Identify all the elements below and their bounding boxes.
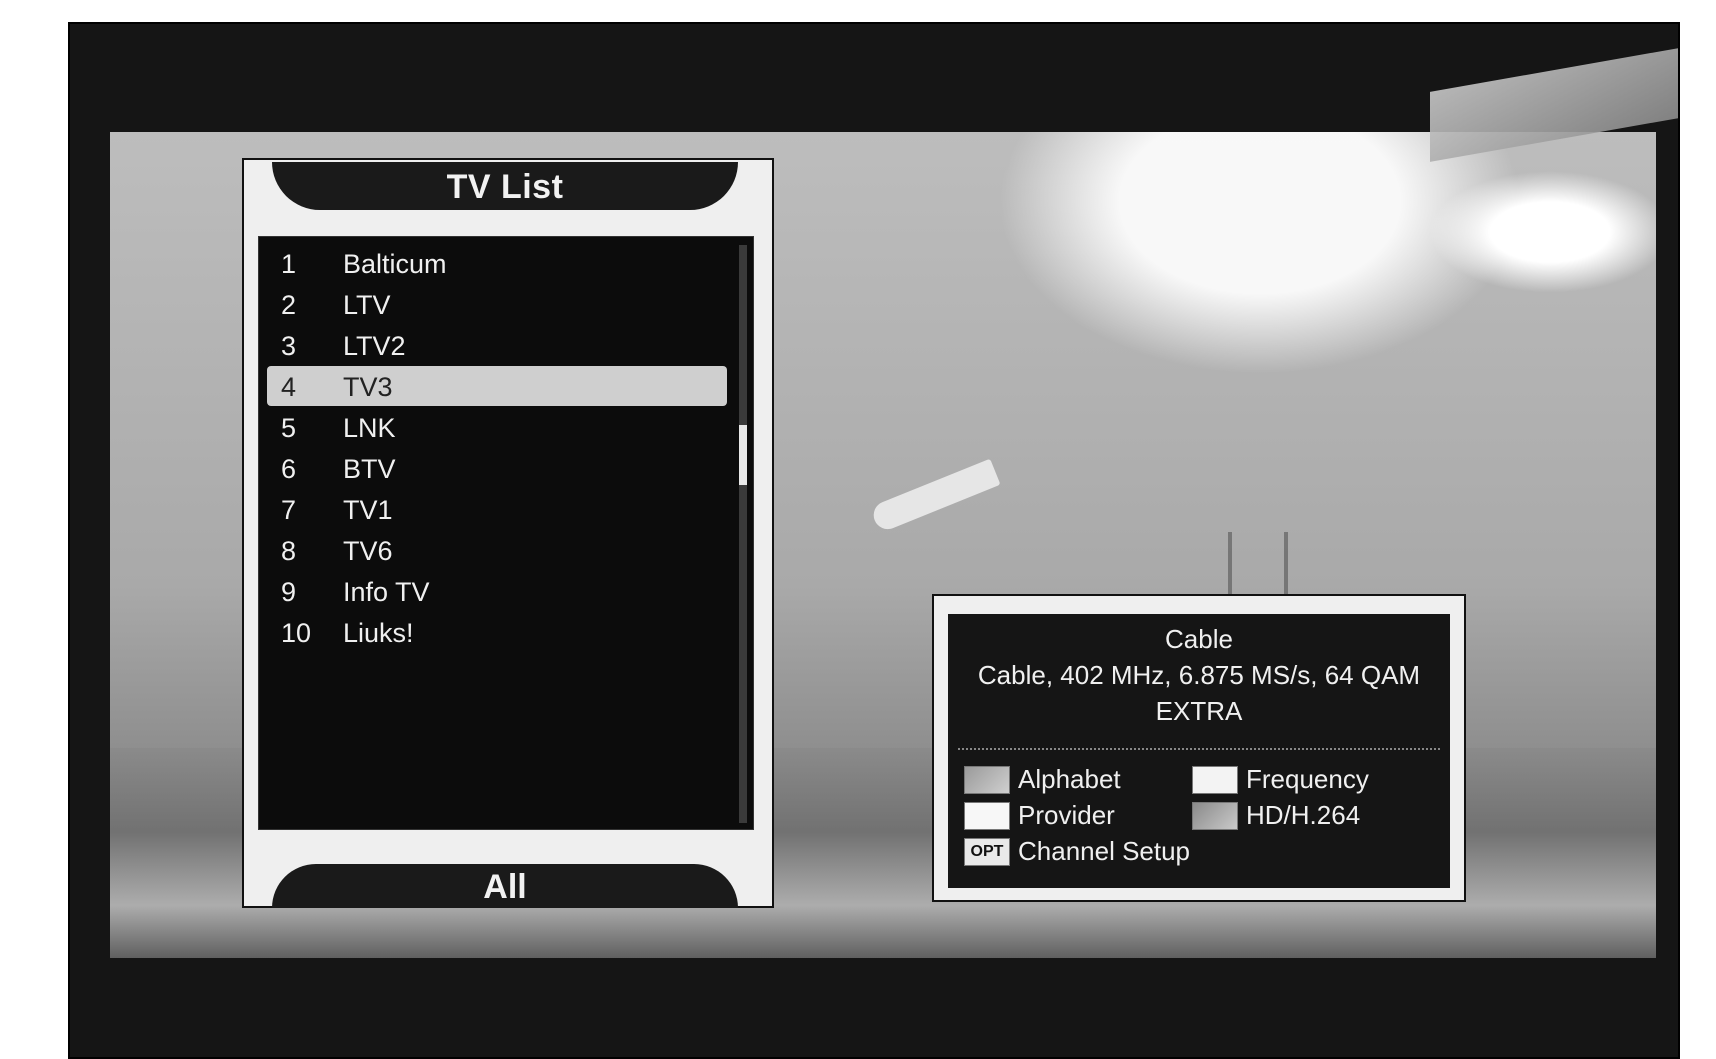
channel-row-8[interactable]: 8 TV6 bbox=[267, 530, 727, 570]
channel-info-content: Cable Cable, 402 MHz, 6.875 MS/s, 64 QAM… bbox=[948, 614, 1450, 888]
channel-row-7[interactable]: 7 TV1 bbox=[267, 489, 727, 529]
tv-list-panel: TV List 1 Balticum 2 LTV 3 LTV2 4 TV3 5 … bbox=[242, 158, 774, 908]
channel-number: 8 bbox=[281, 536, 297, 566]
channel-name: TV6 bbox=[343, 536, 393, 566]
channel-name: Balticum bbox=[343, 249, 447, 279]
channel-row-5[interactable]: 5 LNK bbox=[267, 407, 727, 447]
green-key-icon bbox=[1192, 766, 1238, 794]
channel-number: 9 bbox=[281, 577, 297, 607]
channel-row-3[interactable]: 3 LTV2 bbox=[267, 325, 727, 365]
network-type: Cable bbox=[1165, 624, 1233, 654]
channel-number: 10 bbox=[281, 618, 312, 648]
channel-info-panel: Cable Cable, 402 MHz, 6.875 MS/s, 64 QAM… bbox=[932, 594, 1466, 902]
channel-name: Info TV bbox=[343, 577, 430, 607]
channel-name: TV3 bbox=[343, 372, 393, 402]
channel-name: Liuks! bbox=[343, 618, 414, 648]
legend-label: Frequency bbox=[1246, 764, 1369, 794]
legend-label: Alphabet bbox=[1018, 764, 1121, 794]
red-key-icon bbox=[964, 766, 1010, 794]
list-filter-label: All bbox=[483, 868, 527, 906]
channel-row-9[interactable]: 9 Info TV bbox=[267, 571, 727, 611]
channel-row-1[interactable]: 1 Balticum bbox=[267, 243, 727, 283]
channel-list: 1 Balticum 2 LTV 3 LTV2 4 TV3 5 LNK 6 BT… bbox=[258, 236, 754, 830]
channel-number: 4 bbox=[281, 372, 297, 402]
channel-number: 6 bbox=[281, 454, 297, 484]
channel-name: TV1 bbox=[343, 495, 393, 525]
channel-number: 5 bbox=[281, 413, 297, 443]
package-name: EXTRA bbox=[1155, 696, 1243, 726]
tv-list-footer[interactable]: All bbox=[272, 864, 738, 908]
yellow-key-icon bbox=[964, 802, 1010, 830]
channel-number: 1 bbox=[281, 249, 297, 279]
channel-row-2[interactable]: 2 LTV bbox=[267, 284, 727, 324]
channel-row-6[interactable]: 6 BTV bbox=[267, 448, 727, 488]
tv-screen: TV List 1 Balticum 2 LTV 3 LTV2 4 TV3 5 … bbox=[68, 22, 1680, 1059]
channel-name: LTV bbox=[343, 290, 391, 320]
scrollbar-thumb[interactable] bbox=[739, 425, 747, 485]
legend-label: Channel Setup bbox=[1018, 836, 1191, 866]
channel-number: 7 bbox=[281, 495, 297, 525]
channel-row-10[interactable]: 10 Liuks! bbox=[267, 612, 727, 652]
channel-list-scrollbar[interactable] bbox=[739, 245, 747, 823]
tv-list-title: TV List bbox=[446, 168, 564, 206]
legend-label: Provider bbox=[1018, 800, 1115, 830]
legend-label: HD/H.264 bbox=[1246, 800, 1361, 830]
channel-name: BTV bbox=[343, 454, 396, 484]
blue-key-icon bbox=[1192, 802, 1238, 830]
tuning-parameters: Cable, 402 MHz, 6.875 MS/s, 64 QAM bbox=[977, 660, 1421, 690]
tv-list-header: TV List bbox=[272, 162, 738, 210]
channel-number: 3 bbox=[281, 331, 297, 361]
info-divider bbox=[958, 748, 1440, 750]
opt-key-icon: OPT bbox=[964, 838, 1010, 866]
channel-name: LTV2 bbox=[343, 331, 406, 361]
airplane-image bbox=[869, 458, 1001, 534]
channel-row-4-selected[interactable]: 4 TV3 bbox=[267, 366, 727, 406]
channel-name: LNK bbox=[343, 413, 396, 443]
channel-number: 2 bbox=[281, 290, 297, 320]
